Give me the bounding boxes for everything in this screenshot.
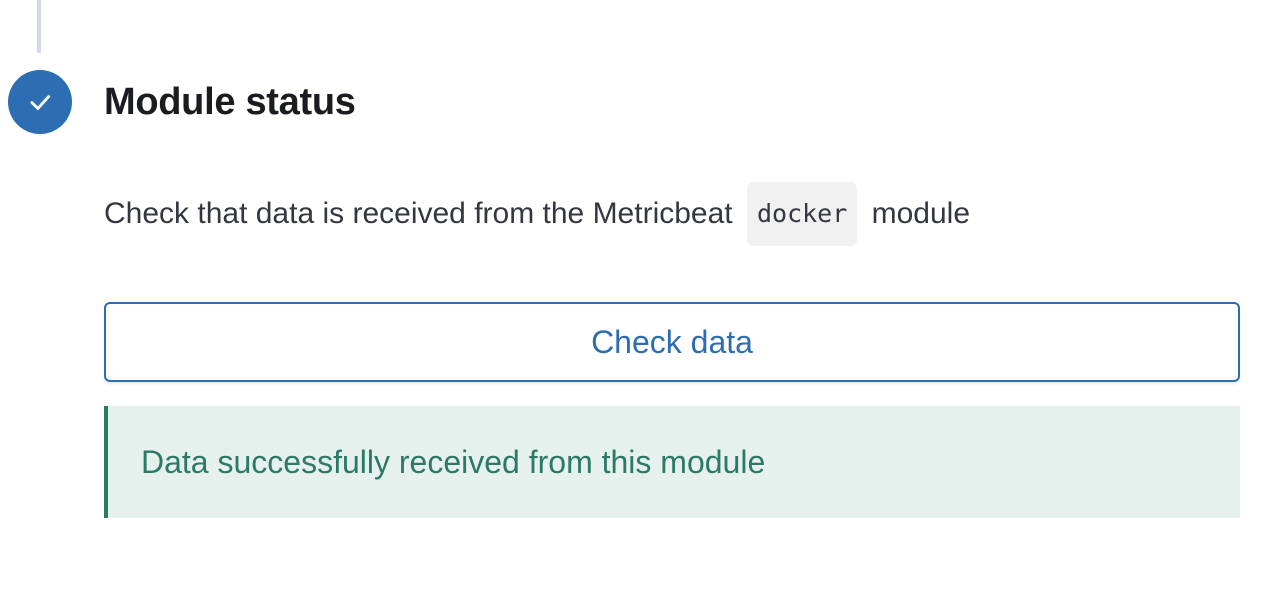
module-name-code: docker [746,182,858,246]
description-prefix: Check that data is received from the Met… [104,197,733,230]
check-icon [30,95,51,110]
callout-message: Data successfully received from this mod… [141,443,766,480]
step-title: Module status [104,81,356,123]
step-complete-indicator [8,70,72,134]
success-callout: Data successfully received from this mod… [104,406,1240,518]
check-data-button[interactable]: Check data [104,302,1240,382]
step-connector-line [37,0,41,53]
description-suffix: module [871,197,971,230]
step-body: Check that data is received from the Met… [104,182,1240,518]
step-description: Check that data is received from the Met… [104,182,1240,246]
module-status-step: Module status Check that data is receive… [0,0,1278,612]
